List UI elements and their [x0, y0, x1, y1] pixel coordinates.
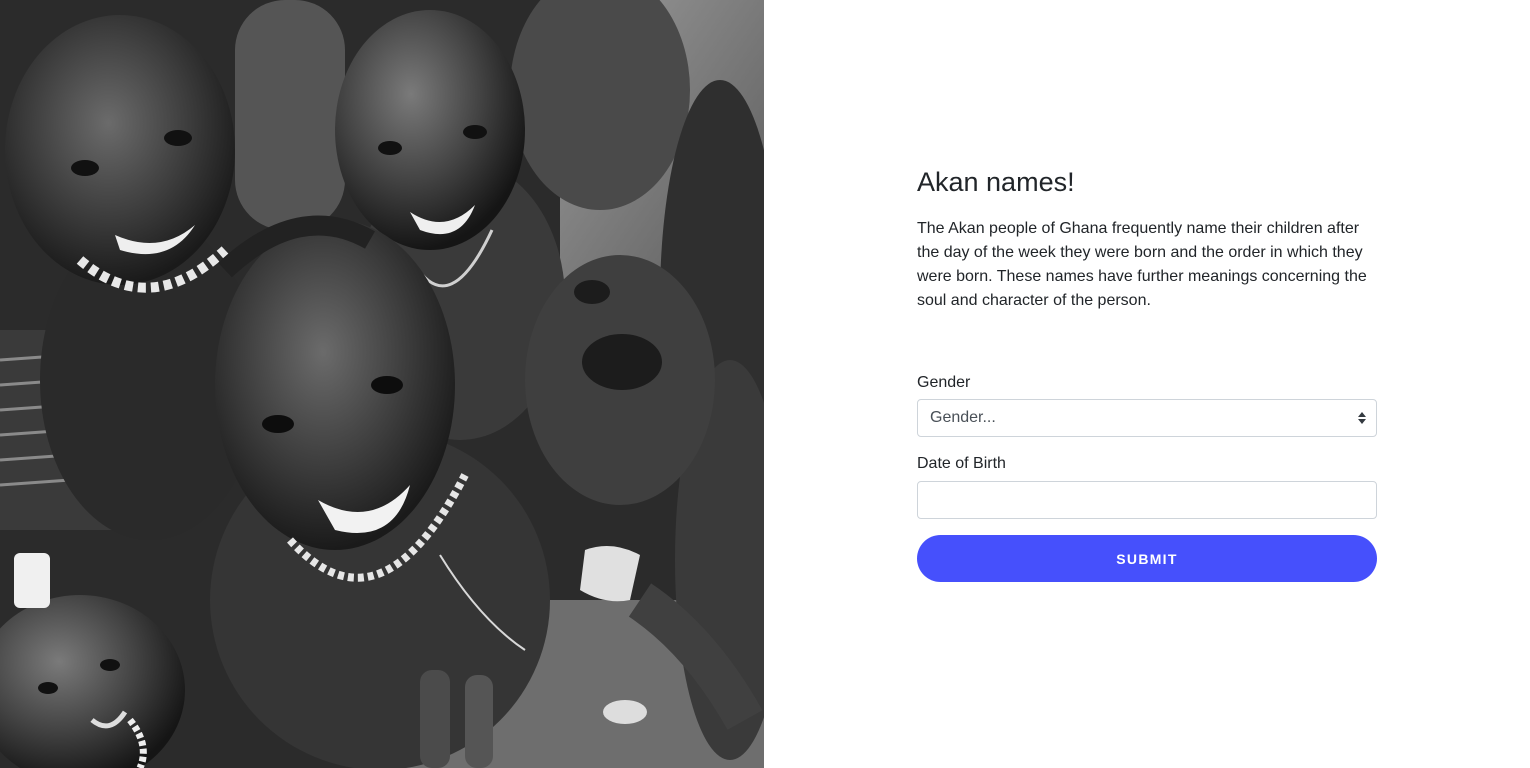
intro-paragraph: The Akan people of Ghana frequently name…	[917, 220, 1367, 309]
page: Akan names! The Akan people of Ghana fre…	[0, 0, 1530, 768]
gender-select[interactable]: Gender...	[917, 399, 1377, 437]
submit-button[interactable]: SUBMIT	[917, 535, 1377, 582]
children-photo-icon	[0, 0, 764, 768]
form-content: Akan names! The Akan people of Ghana fre…	[917, 165, 1377, 582]
hero-photo	[0, 0, 764, 768]
gender-label: Gender	[917, 374, 971, 391]
gender-select-value: Gender...	[930, 409, 996, 426]
form-panel: Akan names! The Akan people of Ghana fre…	[764, 0, 1530, 768]
dob-input[interactable]	[917, 481, 1377, 519]
page-title: Akan names!	[917, 167, 1075, 197]
dob-label: Date of Birth	[917, 455, 1006, 472]
select-arrows-icon	[1358, 412, 1366, 424]
